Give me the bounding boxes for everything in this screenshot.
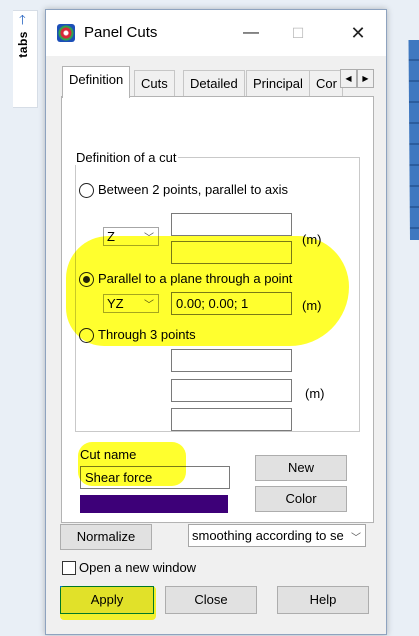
window-title: Panel Cuts: [84, 24, 158, 41]
axis-combobox-value: Z: [107, 229, 115, 244]
open-new-window-checkbox[interactable]: [62, 561, 76, 575]
side-tabs-label[interactable]: tabs: [16, 31, 30, 58]
tab-scroll-left-button[interactable]: ◀: [340, 69, 357, 88]
tab-definition[interactable]: Definition: [62, 66, 131, 98]
unit-label: (m): [305, 386, 325, 401]
cut-color-swatch: [80, 495, 228, 513]
app-logo-icon: [57, 24, 75, 42]
chevron-down-icon: ﹀: [144, 233, 154, 244]
side-tabs-strip[interactable]: 🡑 tabs: [13, 10, 38, 108]
point-c-input[interactable]: [171, 408, 292, 431]
point-a-input[interactable]: [171, 349, 292, 372]
plane-point-value: 0.00; 0.00; 1: [176, 296, 249, 311]
smoothing-combobox-value: smoothing according to se: [192, 528, 344, 543]
tab-cuts[interactable]: Cuts: [134, 70, 175, 97]
tab-principal[interactable]: Principal: [246, 70, 310, 97]
plane-combobox-value: YZ: [107, 296, 124, 311]
color-button[interactable]: Color: [255, 486, 347, 512]
close-window-button[interactable]: ✕: [336, 18, 380, 48]
new-button[interactable]: New: [255, 455, 347, 481]
radio-through-3-points[interactable]: [79, 328, 94, 343]
radio-between-2-points-label[interactable]: Between 2 points, parallel to axis: [98, 182, 288, 197]
background-3d-object: [408, 40, 419, 240]
cut-name-label: Cut name: [80, 447, 137, 462]
maximize-button[interactable]: ☐: [276, 18, 320, 48]
plane-point-input[interactable]: 0.00; 0.00; 1: [171, 292, 292, 315]
minimize-button[interactable]: —: [229, 18, 273, 48]
definition-tab-page: Definition of a cut Between 2 points, pa…: [61, 96, 374, 523]
arrow-left-icon: ◀: [345, 74, 352, 83]
radio-parallel-to-plane[interactable]: [79, 272, 94, 287]
cut-name-input[interactable]: Shear force: [80, 466, 230, 489]
unit-label: (m): [302, 232, 322, 247]
tab-scroll-right-button[interactable]: ▶: [357, 69, 374, 88]
smoothing-combobox[interactable]: smoothing according to se ﹀: [188, 524, 366, 547]
radio-parallel-to-plane-label[interactable]: Parallel to a plane through a point: [98, 271, 292, 286]
tab-cor[interactable]: Cor: [309, 70, 343, 97]
close-button[interactable]: Close: [165, 586, 257, 614]
tab-detailed[interactable]: Detailed: [183, 70, 245, 97]
title-bar[interactable]: Panel Cuts — ☐ ✕: [46, 10, 386, 56]
unit-label: (m): [302, 298, 322, 313]
apply-button[interactable]: Apply: [60, 586, 154, 614]
radio-between-2-points[interactable]: [79, 183, 94, 198]
axis-combobox[interactable]: Z ﹀: [103, 227, 159, 246]
normalize-button[interactable]: Normalize: [60, 524, 152, 550]
panel-cuts-dialog: Panel Cuts — ☐ ✕ Definition Cuts Detaile…: [45, 9, 387, 635]
cut-name-value: Shear force: [85, 470, 153, 485]
open-new-window-label[interactable]: Open a new window: [79, 560, 196, 575]
chevron-down-icon: ﹀: [351, 533, 361, 544]
point2-input[interactable]: [171, 241, 292, 264]
point-b-input[interactable]: [171, 379, 292, 402]
chevron-down-icon: ﹀: [144, 300, 154, 311]
help-button[interactable]: Help: [277, 586, 369, 614]
definition-group-title: Definition of a cut: [74, 150, 179, 165]
arrow-up-icon[interactable]: 🡑: [19, 11, 26, 33]
plane-combobox[interactable]: YZ ﹀: [103, 294, 159, 313]
radio-through-3-points-label[interactable]: Through 3 points: [98, 327, 196, 342]
point1-input[interactable]: [171, 213, 292, 236]
arrow-right-icon: ▶: [362, 74, 369, 83]
